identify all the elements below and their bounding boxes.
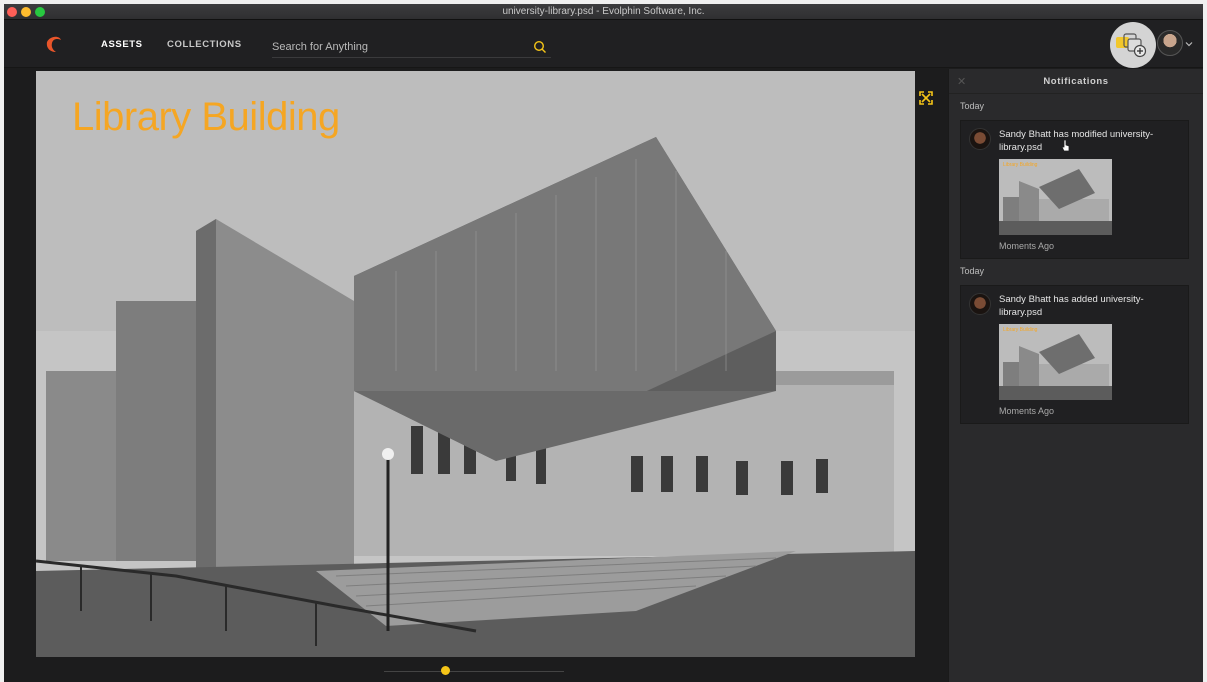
app-window: university-library.psd - Evolphin Softwa… xyxy=(4,4,1203,682)
pointer-cursor-icon xyxy=(1061,139,1070,152)
nav-collections[interactable]: COLLECTIONS xyxy=(167,39,242,50)
page-scrubber-handle[interactable] xyxy=(441,666,450,675)
search-bar xyxy=(272,32,551,58)
thumbnail-title: Library Building xyxy=(1003,327,1038,333)
notifications-panel: ✕ Notifications Today Sandy Bhatt has mo… xyxy=(948,69,1203,682)
avatar xyxy=(969,128,991,150)
notification-card[interactable]: Sandy Bhatt has added university-library… xyxy=(960,285,1189,424)
building-photo xyxy=(36,71,915,657)
evolphin-logo-icon[interactable] xyxy=(44,34,64,54)
day-label: Today xyxy=(960,266,985,276)
app-header: ASSETS COLLECTIONS xyxy=(4,20,1203,68)
notification-message: Sandy Bhatt has modified university-libr… xyxy=(999,129,1154,153)
thumbnail-photo xyxy=(999,159,1112,235)
expand-icon[interactable] xyxy=(919,91,933,105)
notification-card[interactable]: Sandy Bhatt has modified university-libr… xyxy=(960,120,1189,259)
notifications-add-icon xyxy=(1116,33,1147,58)
notifications-button[interactable] xyxy=(1110,22,1156,68)
nav-assets[interactable]: ASSETS xyxy=(101,39,143,50)
user-avatar[interactable] xyxy=(1157,30,1183,56)
chevron-down-icon[interactable] xyxy=(1185,40,1193,48)
window-title: university-library.psd - Evolphin Softwa… xyxy=(502,6,705,17)
panel-divider xyxy=(949,93,1203,94)
search-icon[interactable] xyxy=(533,40,547,54)
thumbnail-photo xyxy=(999,324,1112,400)
image-headline: Library Building xyxy=(72,95,340,139)
notification-thumbnail[interactable]: Library Building xyxy=(999,159,1112,235)
notification-message: Sandy Bhatt has added university-library… xyxy=(999,294,1144,318)
asset-preview-image[interactable]: Library Building xyxy=(36,71,915,657)
panel-title: Notifications xyxy=(1043,76,1109,87)
notification-time: Moments Ago xyxy=(999,241,1055,251)
day-label: Today xyxy=(960,101,985,111)
notification-thumbnail[interactable]: Library Building xyxy=(999,324,1112,400)
thumbnail-title: Library Building xyxy=(1003,162,1038,168)
asset-viewer: Library Building xyxy=(4,69,948,682)
title-bar: university-library.psd - Evolphin Softwa… xyxy=(4,4,1203,20)
search-input[interactable] xyxy=(272,32,522,56)
avatar xyxy=(969,293,991,315)
page-scrubber-track xyxy=(384,671,564,672)
notification-time: Moments Ago xyxy=(999,406,1055,416)
